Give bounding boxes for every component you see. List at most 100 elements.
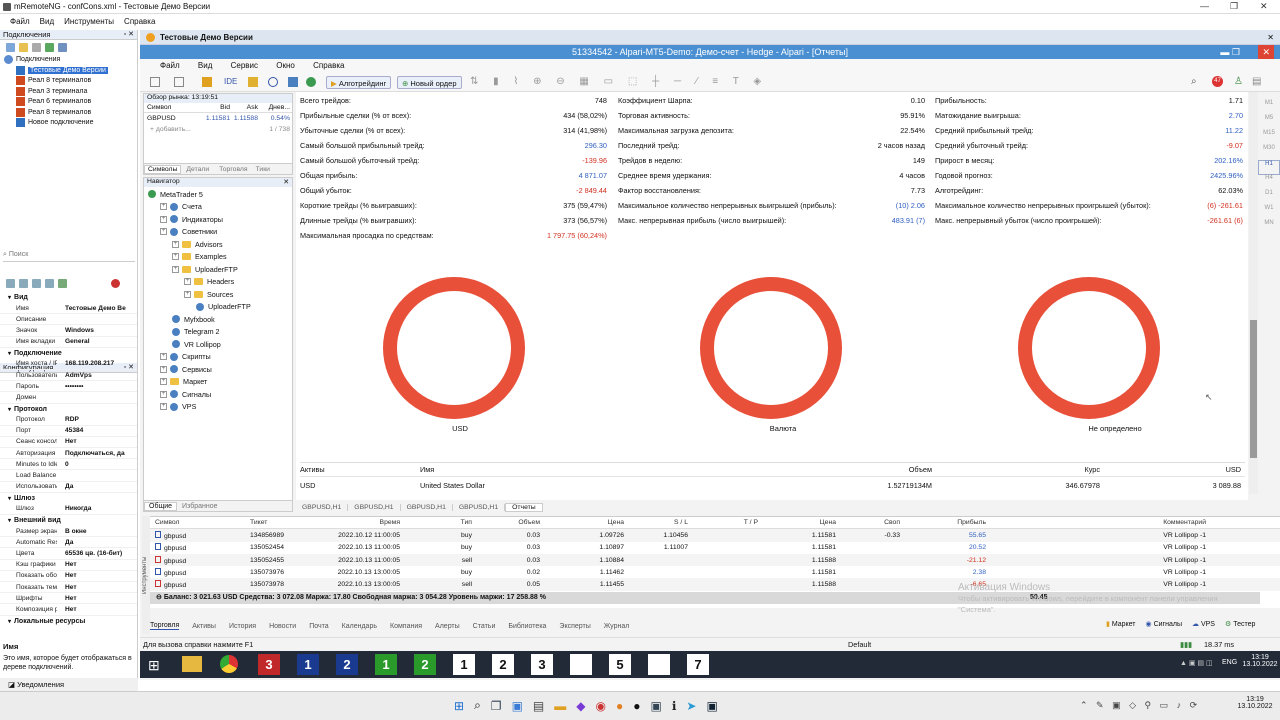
timeframe-m1[interactable]: M1 (1258, 100, 1280, 115)
col-daily[interactable]: Днев... (258, 104, 290, 111)
navigator-item[interactable]: VR Lollipop (146, 338, 292, 351)
market-row[interactable]: GBPUSD 1.11581 1.11588 0.54% (144, 113, 292, 124)
navigator-item[interactable]: + Индикаторы (146, 213, 292, 226)
prop-section[interactable]: ▾ Вид (0, 292, 137, 303)
expand-icon[interactable]: + (172, 240, 179, 248)
mt5-menu-window[interactable]: Окно (276, 61, 295, 70)
profiles-icon[interactable] (174, 77, 184, 87)
trades-col[interactable]: Тикет (247, 519, 319, 526)
terminal-taskbar-button[interactable]: 1 (453, 654, 475, 675)
tab-vps-right[interactable]: ☁ VPS (1192, 620, 1215, 628)
navigator-item[interactable]: + Sources (146, 288, 292, 301)
ide-button[interactable]: IDE (224, 77, 237, 86)
toolbox-tab[interactable]: Журнал (604, 623, 630, 630)
expand-icon[interactable]: + (160, 215, 167, 223)
connection-item[interactable]: Реал 8 терминалов (4, 107, 137, 118)
toolbox-tab[interactable]: Статьи (473, 623, 496, 630)
prop-row[interactable]: Сеанс консоли Нет (0, 437, 137, 449)
terminal-taskbar-button[interactable] (648, 654, 670, 675)
trades-col[interactable]: S / L (627, 519, 691, 526)
trades-col[interactable]: Комментарий (989, 519, 1209, 526)
timeframe-h4[interactable]: H4 (1258, 175, 1280, 190)
menu-help[interactable]: Справка (124, 17, 155, 26)
tree-root[interactable]: Подключения (4, 54, 137, 65)
trades-col[interactable]: Объем (475, 519, 543, 526)
toolbox-tab[interactable]: Библиотека (508, 623, 546, 630)
notifications-icon[interactable]: 47 (1212, 76, 1223, 87)
account-icon[interactable]: ♙ (1234, 76, 1243, 87)
defaults-icon[interactable] (45, 278, 54, 288)
mt5-minimize-icon[interactable]: ▬ ❐ (1220, 45, 1240, 59)
terminal-taskbar-button[interactable]: 7 (687, 654, 709, 675)
toolbox-tab[interactable]: Почта (309, 623, 328, 630)
prop-row[interactable]: Протокол RDP (0, 415, 137, 426)
menu-tools[interactable]: Инструменты (64, 17, 114, 26)
prop-row[interactable]: Шлюз Никогда (0, 504, 137, 515)
close-icon[interactable]: ✕ (1260, 1, 1268, 12)
mt5-menu-view[interactable]: Вид (198, 61, 212, 70)
table-row[interactable]: gbpusd 134856989 2022.10.12 11:00:05 buy 0.0… (143, 529, 1280, 542)
expand-icon[interactable]: + (184, 278, 191, 286)
scrollbar-thumb[interactable] (1250, 320, 1257, 458)
telegram-icon[interactable]: ➤ (686, 699, 696, 713)
connection-item[interactable]: Новое подключение (4, 117, 137, 128)
connection-item[interactable]: Реал 6 терминалов (4, 96, 137, 107)
globe-icon[interactable] (306, 77, 316, 87)
navigator-item[interactable]: + Счета (146, 201, 292, 214)
navigator-item[interactable]: + Advisors (146, 238, 292, 251)
toolbox-tab[interactable]: Активы (192, 623, 216, 630)
prop-row[interactable]: Размер экрана В окне (0, 526, 137, 538)
widgets-icon[interactable]: ▣ (512, 699, 523, 713)
signals-icon[interactable] (268, 77, 278, 87)
connection-item[interactable]: Реал 8 терминалов (4, 75, 137, 86)
new-order-button[interactable]: ⊕ Новый ордер (397, 76, 462, 89)
prop-row[interactable]: Использовать Да (0, 482, 137, 493)
navigator-item[interactable]: + Headers (146, 276, 292, 289)
prop-row[interactable]: Описание (0, 314, 137, 326)
toolbox-tab[interactable]: Торговля (150, 622, 180, 630)
terminal-taskbar-button[interactable]: 3 (531, 654, 553, 675)
terminal-taskbar-button[interactable]: 2 (336, 654, 358, 675)
vps-icon[interactable] (288, 77, 298, 87)
tray-clock[interactable]: 13:19 13.10.2022 (1240, 654, 1280, 668)
toolbox-tab[interactable]: История (229, 623, 256, 630)
new-connection-icon[interactable] (6, 42, 15, 52)
trades-col[interactable]: Символ (143, 519, 247, 526)
expand-icon[interactable]: + (160, 203, 167, 211)
alphabetical-icon[interactable] (19, 278, 28, 288)
market-add-row[interactable]: + добавить... 1 / 738 (144, 124, 292, 135)
terminal-taskbar-button[interactable]: 5 (609, 654, 631, 675)
prop-row[interactable]: Имя хоста / IP 168.119.208.217 (0, 359, 137, 370)
toolbox-tab[interactable]: Календарь (342, 623, 377, 630)
task-view-icon[interactable]: ❐ (491, 699, 502, 713)
explorer-icon[interactable] (182, 656, 202, 672)
start-icon[interactable]: ⊞ (148, 657, 160, 674)
connect-icon[interactable] (45, 42, 54, 52)
stop-icon[interactable] (111, 278, 120, 288)
terminal-taskbar-button[interactable] (570, 654, 592, 675)
toolbox-side-label[interactable]: Инструменты (142, 516, 150, 634)
toolbox-tab[interactable]: Новости (269, 623, 296, 630)
app-icon[interactable]: ℹ (672, 699, 677, 713)
terminal-taskbar-button[interactable]: 3 (258, 654, 280, 675)
search-icon[interactable]: ⌕ (1191, 76, 1197, 87)
expand-icon[interactable]: + (184, 290, 191, 298)
navigator-close-icon[interactable]: ✕ (283, 178, 289, 186)
prop-section[interactable]: ▾ Локальные ресурсы (0, 615, 137, 627)
terminal-taskbar-button[interactable]: 2 (414, 654, 436, 675)
search-icon[interactable]: ⌕ (474, 698, 481, 713)
trades-col[interactable]: Тип (403, 519, 475, 526)
navigator-item[interactable]: + Маркет (146, 376, 292, 389)
tab-trading[interactable]: Торговля (214, 166, 252, 173)
expand-icon[interactable]: + (160, 365, 167, 373)
expand-icon[interactable]: + (160, 403, 167, 411)
app-icon[interactable]: ● (616, 699, 623, 713)
prop-row[interactable]: Minutes to Idle 0 (0, 459, 137, 471)
prop-row[interactable]: Показать тем Нет (0, 582, 137, 594)
tab-ticks[interactable]: Тики (253, 166, 273, 173)
chart-tab[interactable]: GBPUSD,H1 (296, 503, 349, 511)
table-row[interactable]: gbpusd 135052455 2022.10.13 11:00:05 sell 0.… (143, 553, 1280, 567)
community-icon[interactable]: ▤ (1252, 76, 1261, 87)
expand-icon[interactable]: + (172, 265, 179, 273)
mremoteng-icon[interactable]: ▣ (706, 699, 717, 713)
